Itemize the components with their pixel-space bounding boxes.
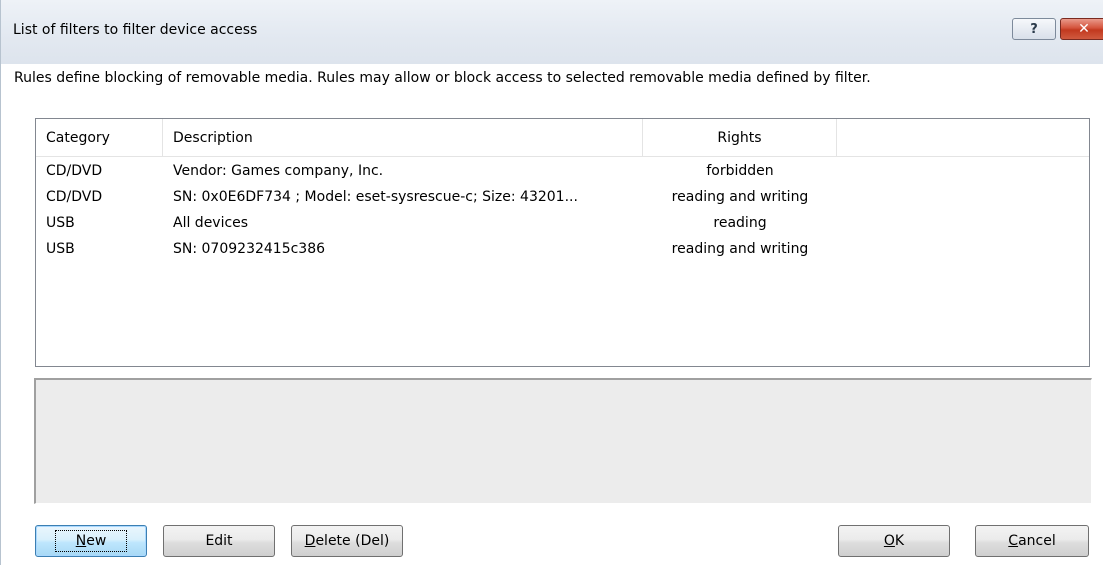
close-icon: ✕: [1078, 21, 1090, 37]
cancel-button-label: Cancel: [1008, 533, 1056, 549]
row-description: Vendor: Games company, Inc.: [173, 163, 384, 179]
intro-text: Rules define blocking of removable media…: [14, 70, 871, 86]
table-row[interactable]: USB All devices reading: [36, 211, 1089, 235]
delete-button[interactable]: Delete (Del): [291, 525, 403, 557]
row-rights: reading and writing: [671, 189, 809, 205]
ok-button-label: OK: [883, 533, 905, 549]
row-rights: reading: [713, 215, 767, 231]
row-description: All devices: [173, 215, 249, 231]
filter-list[interactable]: Category Description Rights CD/DVD Vendo…: [35, 118, 1090, 367]
row-category: USB: [46, 241, 75, 257]
help-button[interactable]: ?: [1012, 18, 1056, 40]
help-icon: ?: [1030, 21, 1038, 37]
column-header-empty: [837, 119, 1089, 157]
row-description: SN: 0709232415c386: [173, 241, 326, 257]
row-category: CD/DVD: [46, 189, 103, 205]
edit-button-label: Edit: [205, 533, 233, 549]
list-header: Category Description Rights: [36, 119, 1089, 157]
delete-button-label: Delete (Del): [304, 533, 390, 549]
edit-button[interactable]: Edit: [163, 525, 275, 557]
title-bar[interactable]: List of filters to filter device access …: [1, 0, 1103, 64]
column-header-description[interactable]: Description: [163, 119, 643, 157]
new-button[interactable]: New: [35, 525, 147, 557]
dialog-content: Rules define blocking of removable media…: [1, 64, 1103, 565]
table-row[interactable]: CD/DVD Vendor: Games company, Inc. forbi…: [36, 159, 1089, 183]
column-header-rights[interactable]: Rights: [643, 119, 837, 157]
window-title: List of filters to filter device access: [13, 22, 258, 38]
column-header-category[interactable]: Category: [36, 119, 163, 157]
close-button[interactable]: ✕: [1060, 18, 1103, 40]
table-row[interactable]: CD/DVD SN: 0x0E6DF734 ; Model: eset-sysr…: [36, 185, 1089, 209]
details-panel: [34, 378, 1092, 504]
row-rights: reading and writing: [671, 241, 809, 257]
row-rights: forbidden: [706, 163, 774, 179]
row-category: USB: [46, 215, 75, 231]
row-category: CD/DVD: [46, 163, 103, 179]
table-row[interactable]: USB SN: 0709232415c386 reading and writi…: [36, 237, 1089, 261]
cancel-button[interactable]: Cancel: [975, 525, 1089, 557]
ok-button[interactable]: OK: [838, 525, 950, 557]
row-description: SN: 0x0E6DF734 ; Model: eset-sysrescue-c…: [173, 189, 578, 205]
new-button-label: New: [54, 530, 128, 552]
dialog-window: List of filters to filter device access …: [0, 0, 1103, 565]
